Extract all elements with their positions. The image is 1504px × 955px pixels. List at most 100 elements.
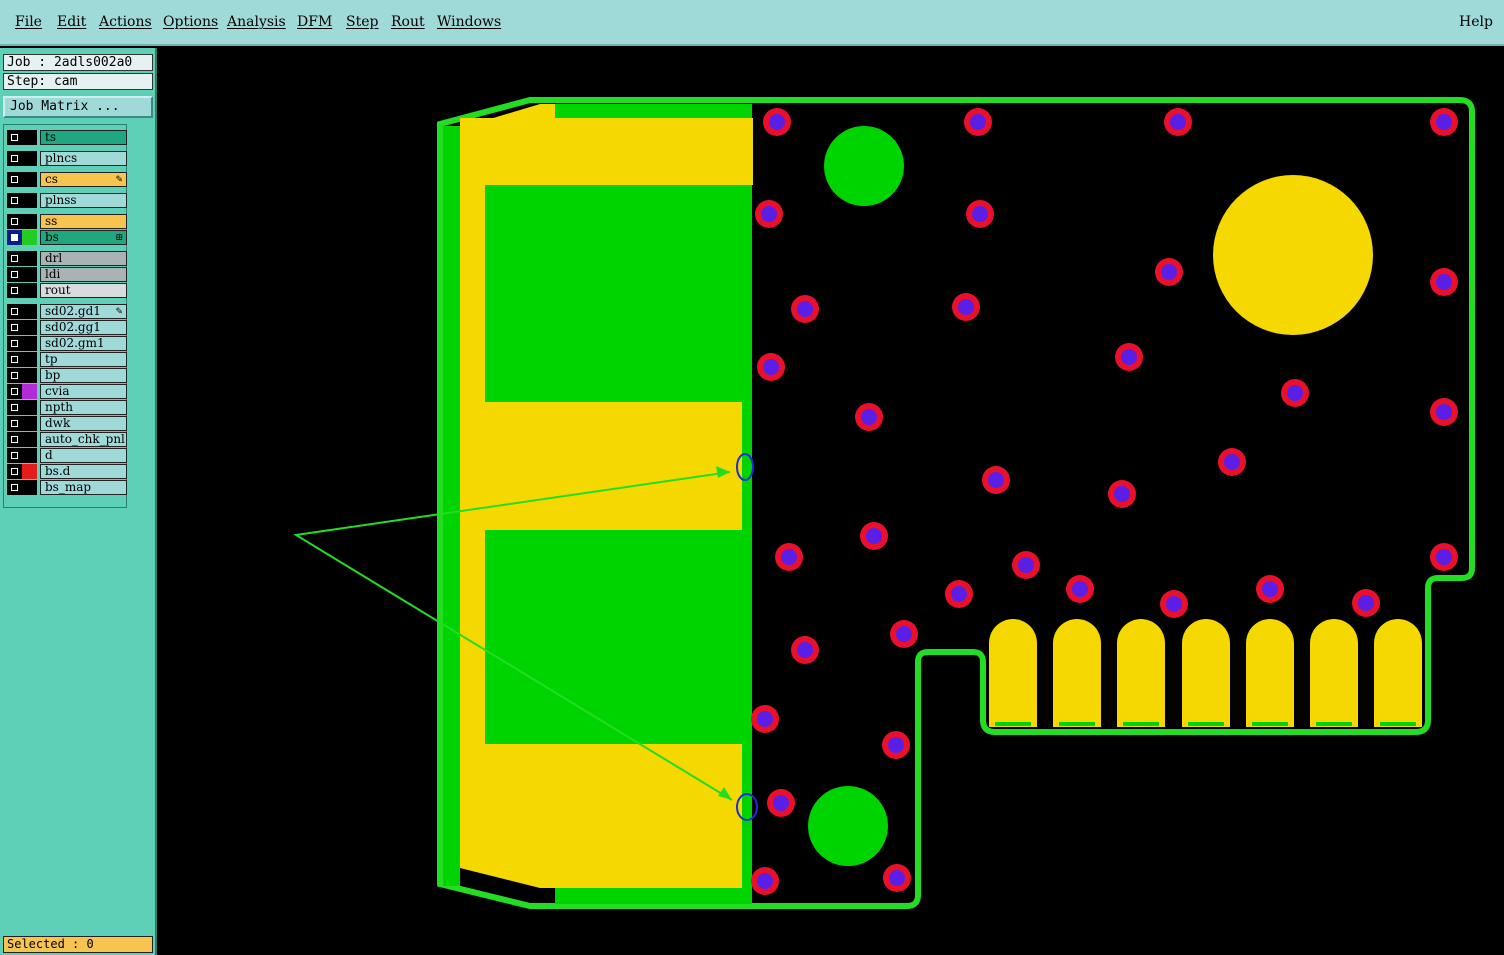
via-center <box>889 870 905 886</box>
layer-name[interactable]: d <box>40 448 127 463</box>
layer-name[interactable]: bs.d <box>40 464 127 479</box>
layer-row-bs[interactable]: bs ⊞ <box>7 230 127 245</box>
layer-color-swatch <box>22 384 37 399</box>
via-center <box>1072 581 1088 597</box>
layer-name[interactable]: plnss <box>40 193 127 208</box>
layer-checkbox[interactable] <box>7 480 22 495</box>
via-center <box>1436 274 1452 290</box>
layer-name[interactable]: ldi <box>40 267 127 282</box>
via-center <box>1436 404 1452 420</box>
grid-icon: ⊞ <box>115 233 123 243</box>
layer-row-ldi[interactable]: ldi <box>7 267 127 282</box>
layer-checkbox[interactable] <box>7 416 22 431</box>
layer-checkbox[interactable] <box>7 400 22 415</box>
menu-options[interactable]: Options <box>163 14 218 30</box>
menu-file[interactable]: File <box>15 14 42 30</box>
via-center <box>972 206 988 222</box>
layer-name[interactable]: drl <box>40 251 127 266</box>
layer-row-bs_map[interactable]: bs_map <box>7 480 127 495</box>
layer-row-bs.d[interactable]: bs.d <box>7 464 127 479</box>
layer-name[interactable]: cvia <box>40 384 127 399</box>
layer-row-sd02.gd1[interactable]: sd02.gd1 ✎ <box>7 304 127 319</box>
layer-checkbox[interactable] <box>7 172 22 187</box>
layer-color-swatch <box>22 267 37 282</box>
layer-checkbox[interactable] <box>7 193 22 208</box>
layer-checkbox[interactable] <box>7 448 22 463</box>
layer-checkbox[interactable] <box>7 267 22 282</box>
layer-name[interactable]: bs_map <box>40 480 127 495</box>
layer-name[interactable]: bp <box>40 368 127 383</box>
layer-name[interactable]: tp <box>40 352 127 367</box>
via-center <box>1114 486 1130 502</box>
layer-checkbox[interactable] <box>7 304 22 319</box>
layer-name[interactable]: plncs <box>40 151 127 166</box>
layer-color-swatch <box>22 193 37 208</box>
via-center <box>797 642 813 658</box>
layer-row-npth[interactable]: npth <box>7 400 127 415</box>
via-center <box>951 586 967 602</box>
layer-name[interactable]: sd02.gg1 <box>40 320 127 335</box>
layer-checkbox[interactable] <box>7 336 22 351</box>
layer-checkbox[interactable] <box>7 151 22 166</box>
layer-row-cs[interactable]: cs ✎ <box>7 172 127 187</box>
layer-color-swatch <box>22 352 37 367</box>
via-center <box>1121 349 1137 365</box>
menu-help[interactable]: Help <box>1459 14 1493 30</box>
menu-analysis[interactable]: Analysis <box>227 14 286 30</box>
finger-base <box>1188 722 1224 726</box>
layer-row-d[interactable]: d <box>7 448 127 463</box>
layer-name[interactable]: dwk <box>40 416 127 431</box>
layer-checkbox[interactable] <box>7 368 22 383</box>
layer-name[interactable]: sd02.gd1 ✎ <box>40 304 127 319</box>
layer-color-swatch <box>22 336 37 351</box>
menu-edit[interactable]: Edit <box>57 14 86 30</box>
menu-actions[interactable]: Actions <box>99 14 152 30</box>
layer-name[interactable]: ss <box>40 214 127 229</box>
menu-rout[interactable]: Rout <box>391 14 425 30</box>
edge-strip <box>443 126 460 886</box>
layer-row-ts[interactable]: ts <box>7 130 127 145</box>
layer-name[interactable]: cs ✎ <box>40 172 127 187</box>
layer-name[interactable]: npth <box>40 400 127 415</box>
layer-name[interactable]: rout <box>40 283 127 298</box>
layer-row-dwk[interactable]: dwk <box>7 416 127 431</box>
layer-checkbox[interactable] <box>7 214 22 229</box>
layer-row-plnss[interactable]: plnss <box>7 193 127 208</box>
graphic-canvas[interactable] <box>157 48 1504 955</box>
layer-row-sd02.gm1[interactable]: sd02.gm1 <box>7 336 127 351</box>
layer-row-ss[interactable]: ss <box>7 214 127 229</box>
layer-name[interactable]: auto_chk_pnl <box>40 432 127 447</box>
via-center <box>970 114 986 130</box>
layer-row-rout[interactable]: rout <box>7 283 127 298</box>
layer-checkbox[interactable] <box>7 384 22 399</box>
job-matrix-button[interactable]: Job Matrix ... <box>3 96 153 118</box>
layer-checkbox[interactable] <box>7 432 22 447</box>
layer-row-tp[interactable]: tp <box>7 352 127 367</box>
layer-row-cvia[interactable]: cvia <box>7 384 127 399</box>
layer-checkbox[interactable] <box>7 283 22 298</box>
layer-checkbox[interactable] <box>7 130 22 145</box>
layer-row-auto_chk_pnl[interactable]: auto_chk_pnl <box>7 432 127 447</box>
menu-dfm[interactable]: DFM <box>297 14 332 30</box>
layer-checkbox[interactable] <box>7 251 22 266</box>
menu-step[interactable]: Step <box>346 14 378 30</box>
layer-color-swatch <box>22 320 37 335</box>
layer-name[interactable]: sd02.gm1 <box>40 336 127 351</box>
layer-color-swatch <box>22 448 37 463</box>
layer-row-drl[interactable]: drl <box>7 251 127 266</box>
via-center <box>1436 549 1452 565</box>
menu-windows[interactable]: Windows <box>437 14 501 30</box>
via-center <box>757 711 773 727</box>
layer-row-sd02.gg1[interactable]: sd02.gg1 <box>7 320 127 335</box>
layer-name[interactable]: bs ⊞ <box>40 230 127 245</box>
layer-row-bp[interactable]: bp <box>7 368 127 383</box>
layer-checkbox[interactable] <box>7 230 22 245</box>
via-center <box>1170 114 1186 130</box>
layer-checkbox[interactable] <box>7 320 22 335</box>
layer-row-plncs[interactable]: plncs <box>7 151 127 166</box>
layer-checkbox[interactable] <box>7 464 22 479</box>
layer-checkbox[interactable] <box>7 352 22 367</box>
pencil-icon: ✎ <box>115 307 123 317</box>
gold-finger <box>1374 619 1422 727</box>
layer-name[interactable]: ts <box>40 130 127 145</box>
